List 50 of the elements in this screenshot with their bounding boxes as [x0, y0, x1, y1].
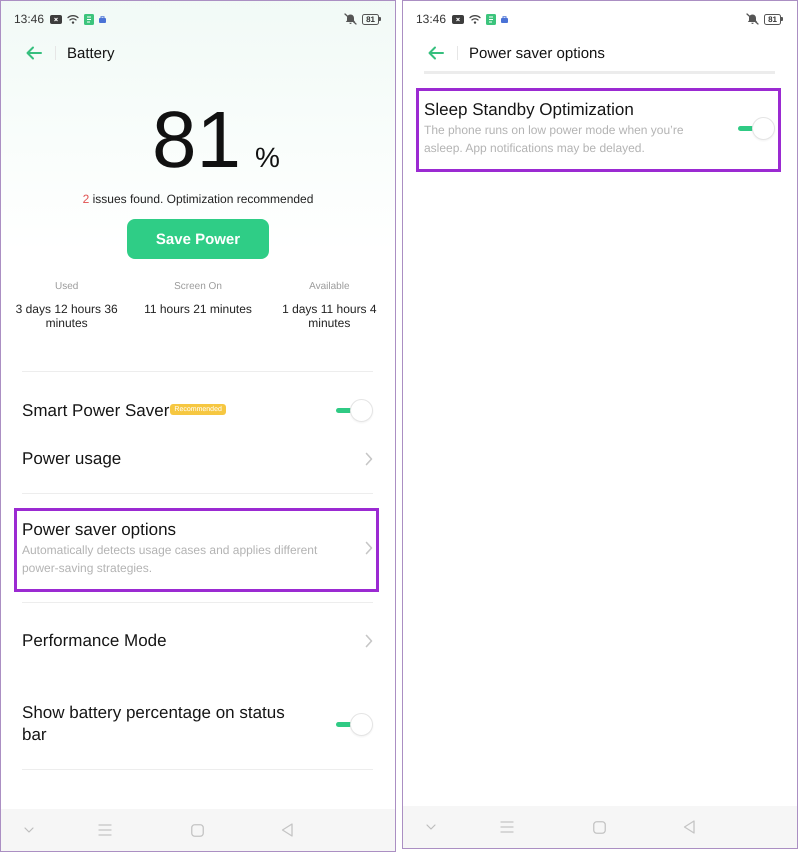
briefcase-icon: [99, 16, 106, 22]
notification-icon: [452, 14, 464, 24]
bell-off-icon: [344, 13, 358, 25]
stat-value: 3 days 12 hours 36 minutes: [14, 302, 119, 330]
back-arrow-icon[interactable]: [26, 46, 42, 60]
setting-title: Power usage: [22, 448, 122, 470]
status-time: 13:46: [416, 12, 446, 26]
page-title: Power saver options: [469, 44, 605, 62]
stat-value: 1 days 11 hours 4 minutes: [281, 302, 378, 330]
setting-title: Performance Mode: [22, 630, 167, 652]
notification-icon: [50, 14, 62, 24]
toggle-switch[interactable]: [336, 399, 373, 422]
stat-label: Available: [309, 281, 350, 293]
chevron-down-icon[interactable]: [24, 827, 34, 833]
page-title: Battery: [67, 44, 115, 62]
wifi-icon: [469, 14, 482, 24]
battery-indicator: 81: [764, 14, 783, 24]
percent-sign: %: [255, 144, 280, 172]
app-icon: [84, 14, 94, 24]
setting-title: Power saver options: [22, 519, 176, 541]
back-arrow-icon[interactable]: [428, 46, 444, 60]
wifi-icon: [67, 14, 80, 24]
briefcase-icon: [501, 16, 508, 22]
setting-description: Automatically detects usage cases and applies different power-saving strategies.: [22, 542, 318, 576]
menu-icon[interactable]: [500, 821, 514, 833]
back-icon[interactable]: [683, 820, 695, 834]
square-icon[interactable]: [592, 820, 606, 834]
square-icon[interactable]: [190, 824, 204, 836]
stat-label: Used: [54, 281, 78, 293]
toggle-switch[interactable]: [336, 712, 373, 736]
chevron-right-icon: [365, 541, 373, 555]
stat-value: 11 hours 21 minutes: [144, 302, 252, 316]
setting-description: The phone runs on low power mode when you’re asleep. App notifications may be delayed.: [424, 122, 684, 156]
toggle-switch[interactable]: [738, 116, 775, 140]
battery-percentage: 81: [152, 98, 242, 182]
app-icon: [486, 14, 496, 24]
setting-title: Show battery percentage on status bar: [22, 702, 286, 746]
setting-title: Sleep Standby Optimization: [424, 99, 634, 121]
chevron-right-icon: [365, 634, 373, 648]
setting-title: Smart Power Saver: [22, 400, 170, 422]
save-power-button[interactable]: Save Power: [127, 219, 269, 259]
issues-message: 2 issues found. Optimization recommended: [82, 192, 314, 206]
back-icon[interactable]: [281, 823, 293, 837]
battery-indicator: 81: [362, 14, 381, 24]
stat-label: Screen On: [174, 281, 222, 293]
menu-icon[interactable]: [98, 824, 112, 836]
chevron-right-icon: [365, 452, 373, 466]
status-time: 13:46: [14, 12, 44, 26]
chevron-down-icon[interactable]: [426, 824, 436, 830]
bell-off-icon: [746, 13, 760, 25]
